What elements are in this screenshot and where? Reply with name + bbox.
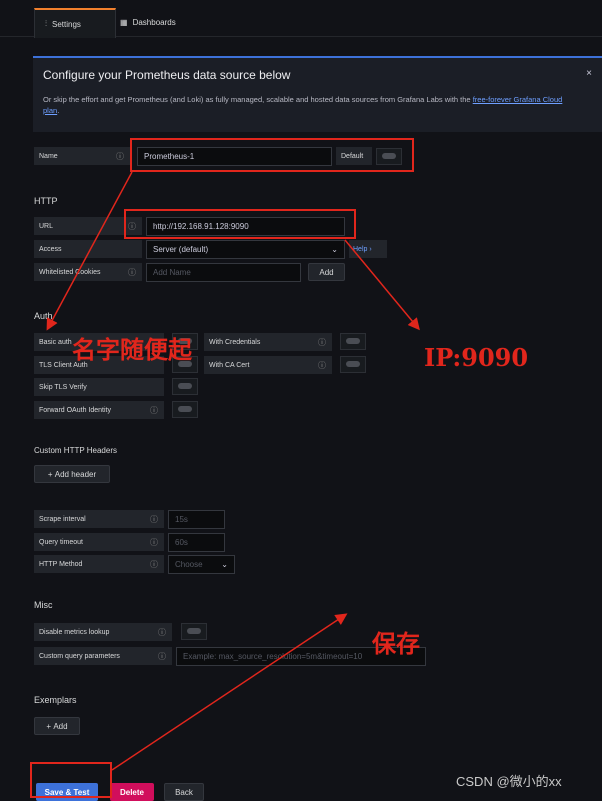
name-annotation: 名字随便起 bbox=[72, 335, 192, 364]
arrow-to-ip-note bbox=[344, 239, 420, 331]
ip-annotation: IP:9090 bbox=[424, 343, 529, 372]
annotation-arrows bbox=[46, 171, 420, 771]
arrow-to-name-note bbox=[46, 171, 133, 331]
save-annotation: 保存 bbox=[372, 629, 420, 658]
arrow-to-save-note bbox=[111, 613, 348, 771]
csdn-watermark: CSDN @微小的xx bbox=[456, 774, 562, 789]
